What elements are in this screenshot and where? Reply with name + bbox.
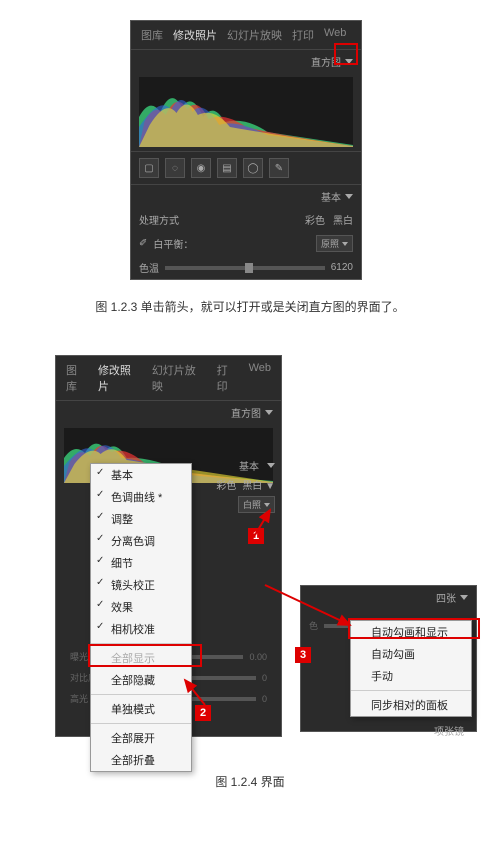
eyedropper-icon[interactable]: ✐ [139,238,147,249]
tab-library[interactable]: 图库 [141,27,163,43]
bw-mode-bg: 黑白 ▼ [242,477,275,492]
crop-icon[interactable]: ▢ [139,158,159,178]
module-tabs: 图库 修改照片 幻灯片放映 打印 Web [131,21,361,50]
tab-develop[interactable]: 修改照片 [173,27,217,43]
basic-label-bg: 基本 [239,458,259,473]
tab-print[interactable]: 打印 [217,362,239,394]
wb-row: ✐ 白平衡： 原照 [131,231,361,256]
tab-web[interactable]: Web [324,27,346,43]
slider-thumb[interactable] [245,263,253,273]
tab-print[interactable]: 打印 [292,27,314,43]
histogram-header[interactable]: 直方图 [131,50,361,73]
highlight-solo-mode [88,644,202,667]
histogram [139,77,353,147]
highlight-box-arrow [334,43,358,65]
chevron-down-icon [267,463,275,468]
chevron-down-icon [345,194,353,199]
highlight-auto-show [348,618,480,639]
temp-slider[interactable] [165,266,325,270]
temp-row: 色温 6120 [131,256,361,279]
tab-web[interactable]: Web [249,362,271,394]
menu-sync-panels[interactable]: 同步相对的面板 [351,694,471,716]
menu-manual[interactable]: 手动 [351,665,471,687]
color-mode[interactable]: 彩色 [305,212,325,227]
bw-mode[interactable]: 黑白 [333,212,353,227]
tool-strip: ▢ ◌ ◉ ▤ ◯ ✎ [131,151,361,185]
panel-context-menu: 基本 色调曲线 * 调整 分离色调 细节 镜头校正 效果 相机校准 全部显示 全… [90,463,192,772]
radial-filter-icon[interactable]: ◯ [243,158,263,178]
menu-item-basic[interactable]: 基本 [91,464,191,486]
tab-slideshow[interactable]: 幻灯片放映 [152,362,207,394]
histogram-title: 直方图 [231,405,261,420]
menu-auto[interactable]: 自动勾画 [351,643,471,665]
process-row: 处理方式 彩色 黑白 [131,208,361,231]
chevron-down-icon [265,410,273,415]
grad-filter-icon[interactable]: ▤ [217,158,237,178]
histogram-colors-icon [139,77,353,147]
basic-label: 基本 [321,189,341,204]
basic-header[interactable]: 基本 [131,185,361,208]
color-mode-bg: 彩色 [216,477,236,492]
menu-item-hsl[interactable]: 调整 [91,508,191,530]
wb-label: 白平衡： [153,236,193,251]
figure2-caption: 图 1.2.4 界面 [0,773,500,790]
annotation-3: 3 [295,647,311,663]
figure1-caption: 图 1.2.3 单击箭头，就可以打开或是关闭直方图的界面了。 [0,298,500,315]
menu-hide-all[interactable]: 全部隐藏 [91,669,191,691]
chevron-down-icon [264,503,270,507]
annotation-2: 2 [195,705,211,721]
spot-removal-icon[interactable]: ◌ [165,158,185,178]
histogram-header[interactable]: 直方图 [56,401,281,424]
menu-expand-all[interactable]: 全部展开 [91,727,191,749]
chevron-down-icon [460,595,468,600]
menu-item-detail[interactable]: 细节 [91,552,191,574]
figure-1: 图库 修改照片 幻灯片放映 打印 Web 直方图 ▢ [0,20,500,315]
annotation-1: 1 [248,528,264,544]
temp-label: 色温 [139,260,159,275]
tab-develop[interactable]: 修改照片 [98,362,142,394]
menu-item-effects[interactable]: 效果 [91,596,191,618]
temp-value: 6120 [331,262,353,273]
panel-b-title: 四张 [436,590,456,605]
menu-item-split[interactable]: 分离色调 [91,530,191,552]
wb-dropdown[interactable]: 原照 [316,235,353,252]
module-tabs: 图库 修改照片 幻灯片放映 打印 Web [56,356,281,401]
menu-item-camera[interactable]: 相机校准 [91,618,191,640]
chevron-down-icon [342,242,348,246]
figure-2: 图库 修改照片 幻灯片放映 打印 Web 直方图 [0,355,500,790]
menu-solo-mode[interactable]: 单独模式 [91,698,191,720]
develop-panel: 图库 修改照片 幻灯片放映 打印 Web 直方图 ▢ [130,20,362,280]
panel-b-bottom2: 项张镜 [301,719,476,742]
menu-item-lens[interactable]: 镜头校正 [91,574,191,596]
wb-dropdown-bg[interactable]: 白照 [238,496,275,513]
panel-b-header: 四张 [301,586,476,609]
brush-icon[interactable]: ✎ [269,158,289,178]
tab-library[interactable]: 图库 [66,362,88,394]
tab-slideshow[interactable]: 幻灯片放映 [227,27,282,43]
process-label: 处理方式 [139,212,179,227]
menu-collapse-all[interactable]: 全部折叠 [91,749,191,771]
redeye-icon[interactable]: ◉ [191,158,211,178]
menu-item-tonecurve[interactable]: 色调曲线 * [91,486,191,508]
